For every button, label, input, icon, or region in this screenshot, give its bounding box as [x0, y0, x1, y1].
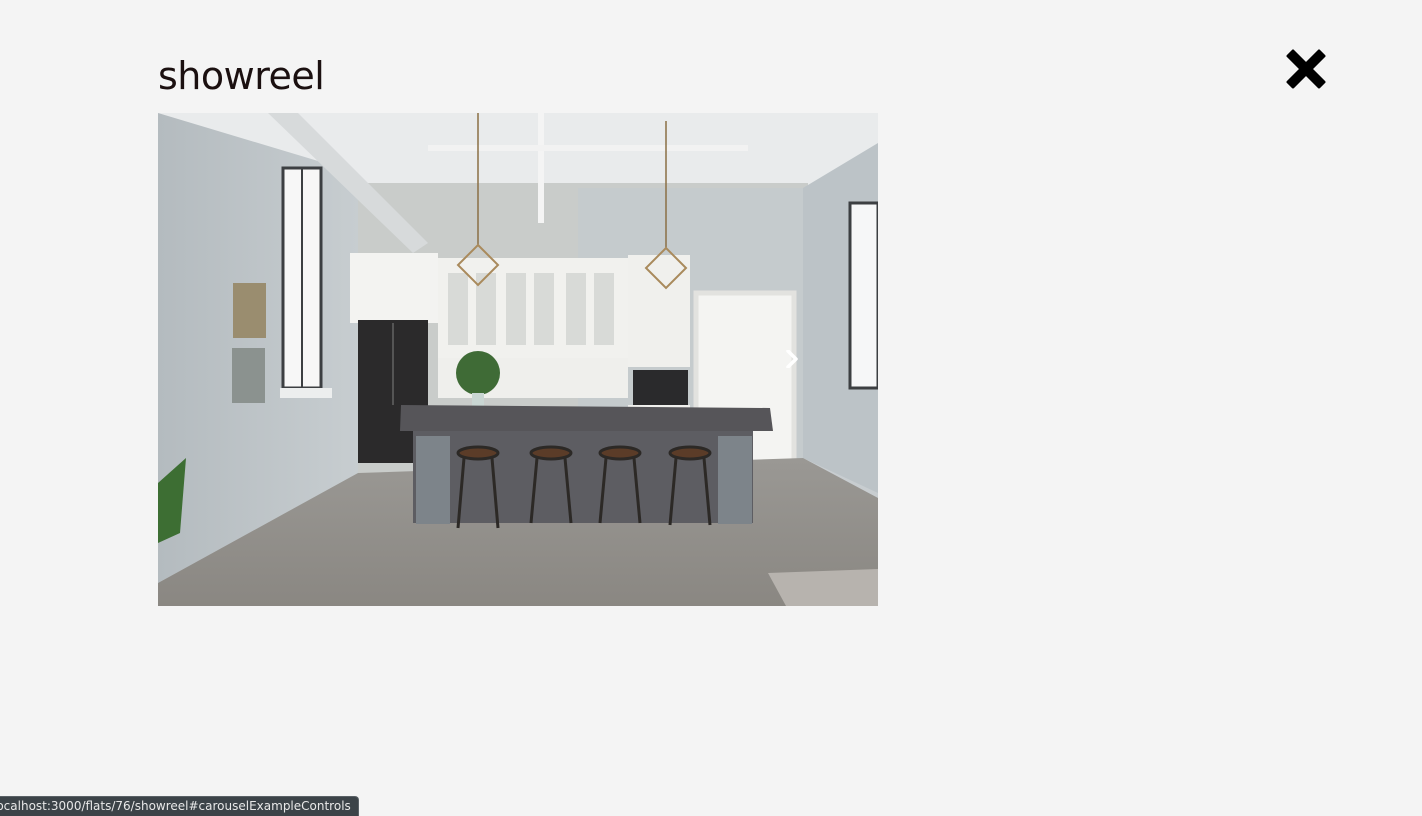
page-title: showreel	[158, 54, 325, 98]
image-carousel	[158, 113, 878, 606]
link-status-bar: localhost:3000/flats/76/showreel#carouse…	[0, 796, 359, 816]
carousel-next-control[interactable]	[738, 113, 878, 606]
close-button[interactable]	[1284, 47, 1328, 91]
carousel-previous-control[interactable]	[158, 113, 258, 606]
close-icon	[1286, 49, 1326, 89]
chevron-right-icon	[786, 350, 798, 368]
showreel-page: showreel localhost:3000/flats/76/showree…	[0, 0, 1422, 816]
